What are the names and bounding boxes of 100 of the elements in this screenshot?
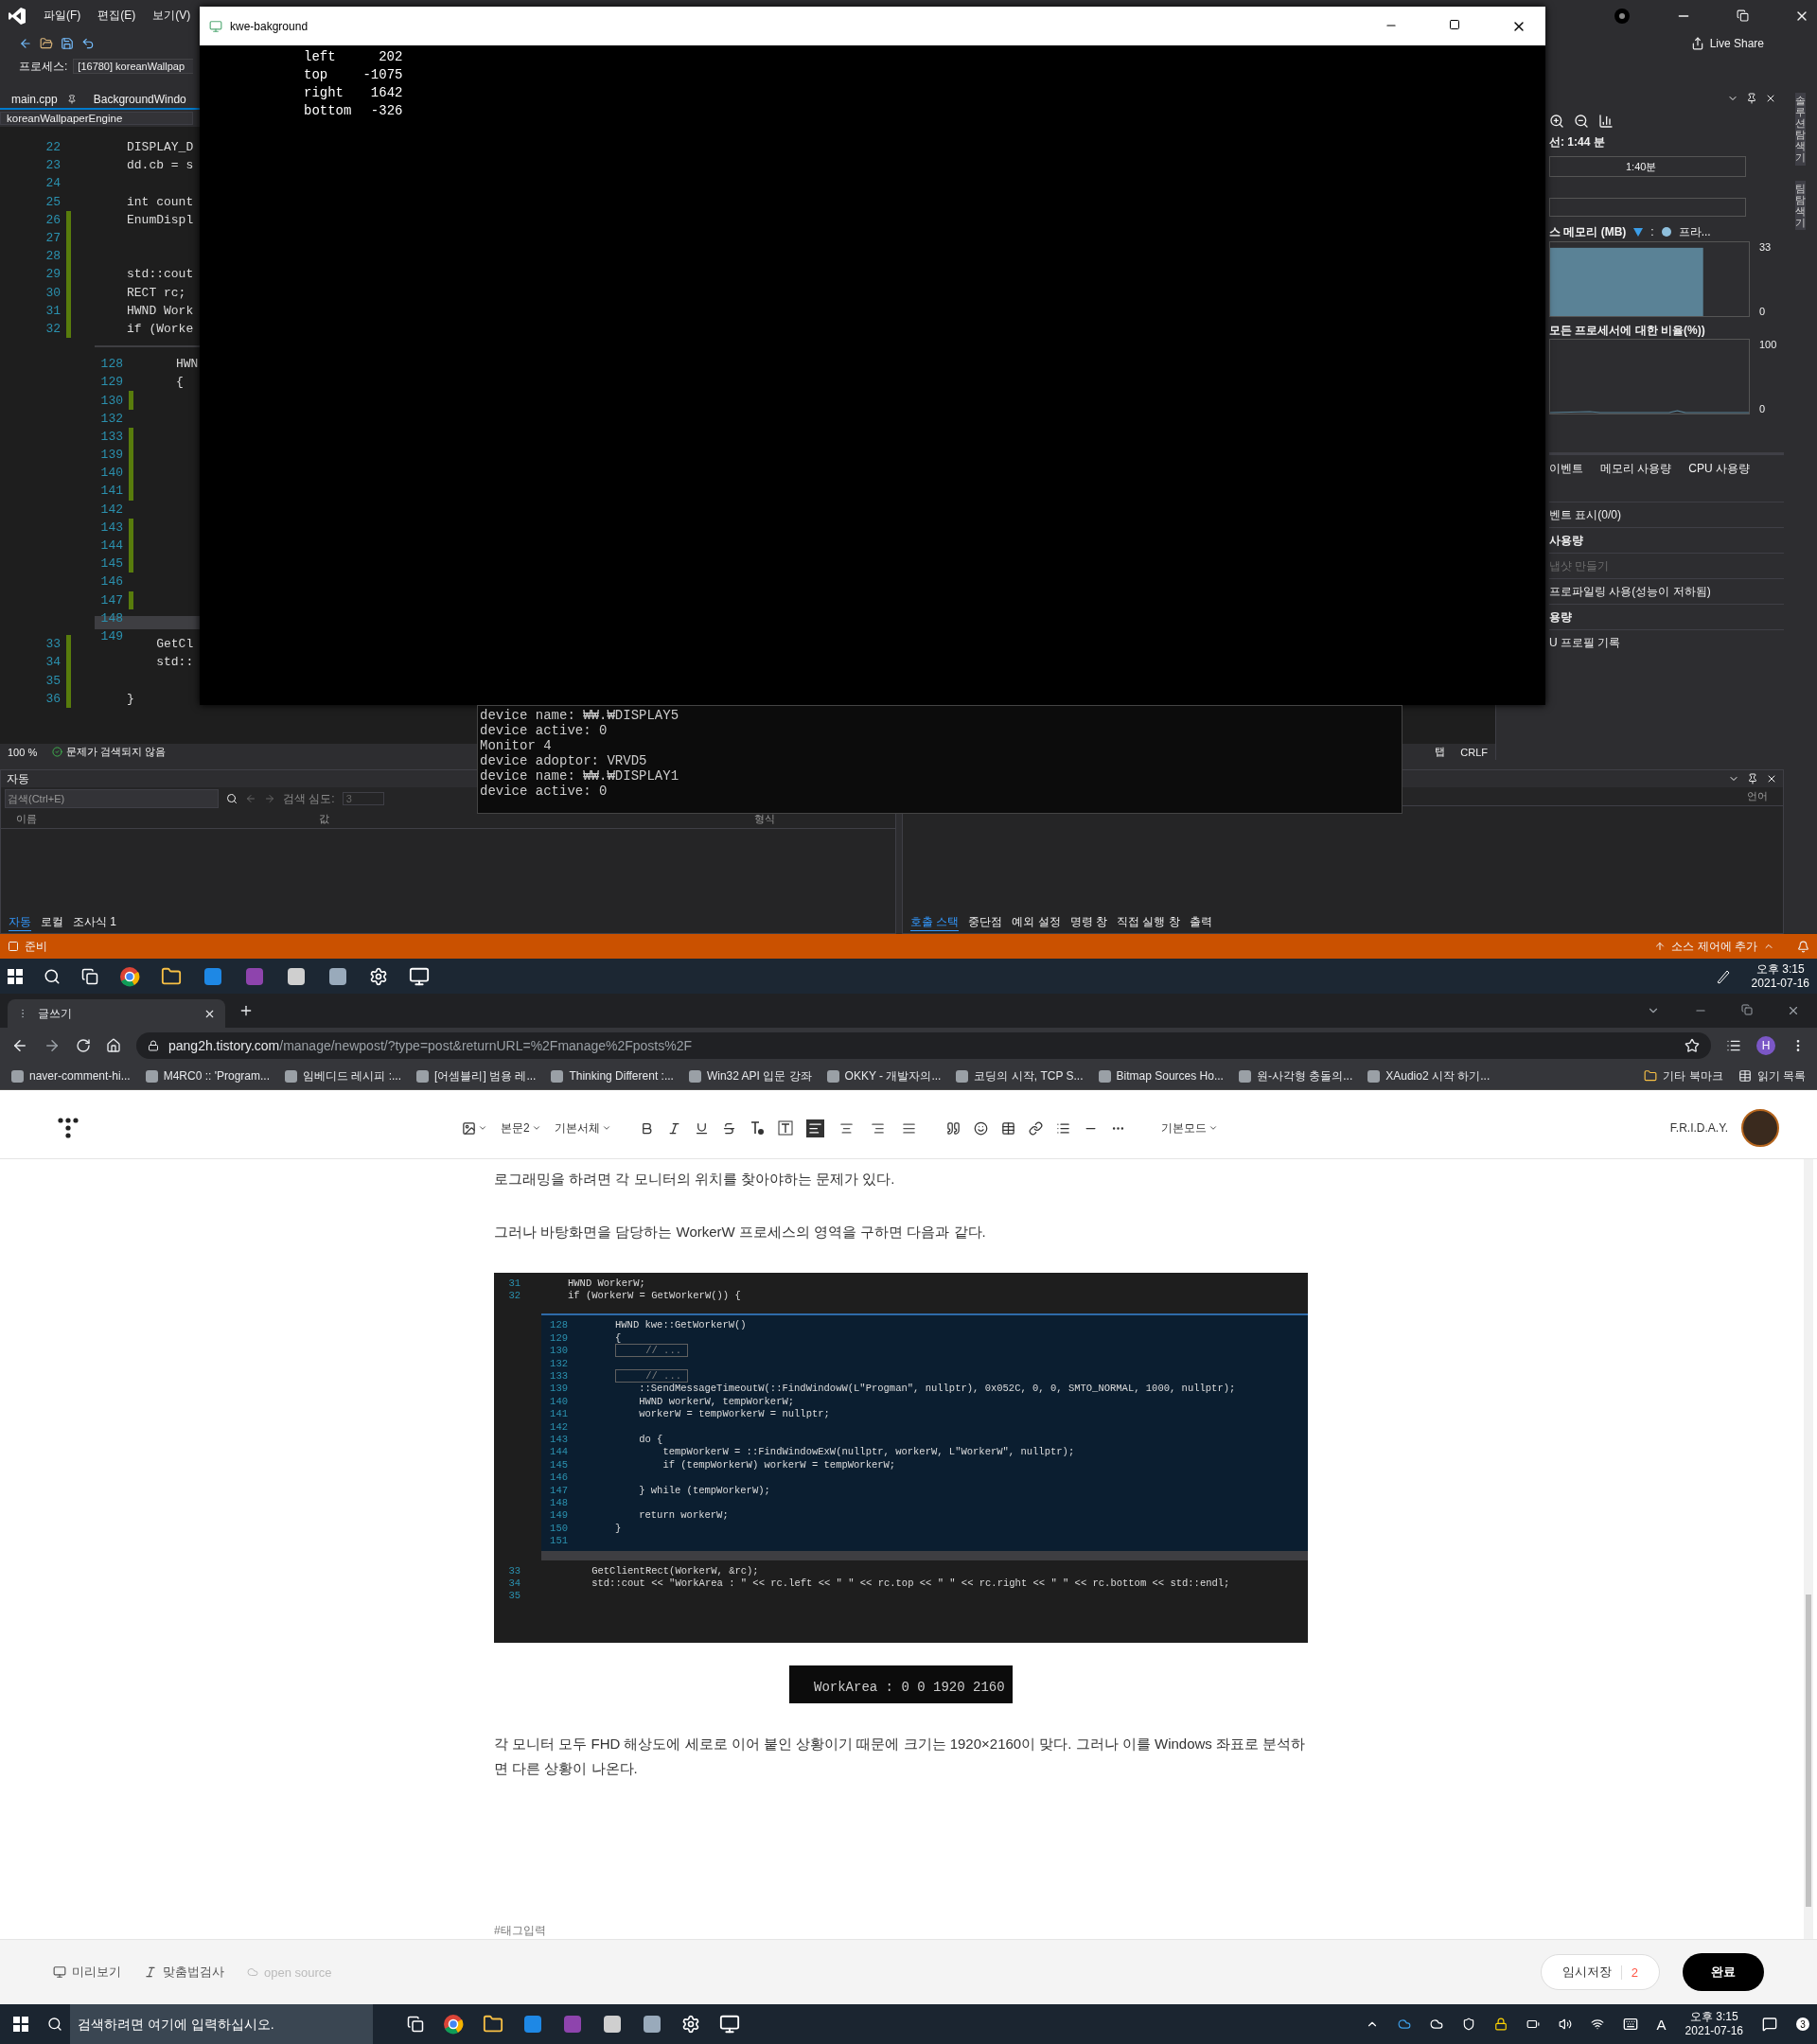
bookmark-item[interactable]: M4RC0 :: 'Program... — [145, 1069, 271, 1083]
bookmark-item[interactable]: Win32 API 입문 강좌 — [688, 1067, 812, 1084]
table-icon[interactable] — [1000, 1120, 1015, 1136]
menu-item[interactable]: 보기(V) — [152, 8, 191, 25]
spellcheck-button[interactable]: 맞춤법검사 — [144, 1964, 224, 1981]
input-method-indicator[interactable]: A — [1656, 2016, 1667, 2033]
chrome-icon[interactable] — [443, 2014, 464, 2035]
live-share-button[interactable]: Live Share — [1685, 36, 1770, 52]
save-draft-button[interactable]: 임시저장 2 — [1540, 1954, 1660, 1990]
folder-icon[interactable] — [161, 965, 182, 987]
italic-icon[interactable] — [666, 1120, 681, 1136]
bookmark-item[interactable]: Thinking Different :... — [551, 1069, 674, 1083]
profile-avatar[interactable] — [1741, 1109, 1779, 1147]
chrome-icon[interactable] — [119, 965, 140, 987]
action-center-icon[interactable] — [1762, 2017, 1777, 2032]
list-icon[interactable] — [1055, 1120, 1070, 1136]
close-icon[interactable] — [1787, 1004, 1800, 1017]
align-button[interactable] — [805, 1119, 824, 1137]
image-menu[interactable] — [462, 1120, 487, 1136]
panel-tab[interactable]: 조사식 1 — [73, 914, 116, 932]
save-icon[interactable] — [61, 37, 74, 51]
diagnostics-tab[interactable]: CPU 사용량 — [1688, 461, 1750, 477]
menu-item[interactable]: 파일(F) — [44, 8, 81, 25]
search-icon[interactable] — [47, 2017, 62, 2032]
window-icon[interactable] — [719, 2014, 740, 2035]
pin-icon[interactable] — [66, 95, 77, 104]
bookmark-item[interactable]: naver-comment-hi... — [11, 1069, 131, 1083]
undo-icon[interactable] — [81, 37, 95, 51]
underline-icon[interactable] — [694, 1120, 709, 1136]
mode-dropdown[interactable]: 기본모드 — [1160, 1119, 1218, 1137]
panel-tab[interactable]: 자동 — [9, 914, 31, 932]
address-bar[interactable]: pang2h.tistory.com/manage/newpost/?type=post&returnURL=%2Fmanage%2Fposts%2F — [136, 1031, 1711, 1059]
bookmark-item[interactable]: XAudio2 시작 하기... — [1367, 1067, 1491, 1084]
strikethrough-icon[interactable] — [721, 1120, 736, 1136]
font-dropdown[interactable]: 기본서체 — [554, 1119, 611, 1137]
panel-tab[interactable]: 명령 창 — [1069, 914, 1108, 932]
volume-icon[interactable] — [1558, 2018, 1572, 2031]
bookmark-item[interactable]: [어셈블리] 범용 레... — [416, 1067, 537, 1084]
bookmark-star-icon[interactable] — [1685, 1037, 1700, 1053]
visual-studio-icon[interactable] — [562, 2014, 583, 2035]
tag-input[interactable]: #태그입력 — [494, 1923, 1308, 1939]
diagnostics-tab[interactable]: 메모리 사용량 — [1600, 461, 1672, 477]
highlight-icon[interactable] — [777, 1120, 793, 1136]
profile-avatar[interactable]: H — [1756, 1035, 1775, 1055]
text-color-icon[interactable] — [749, 1120, 765, 1136]
reload-icon[interactable] — [76, 1037, 91, 1053]
windows-logo-icon[interactable] — [8, 968, 23, 984]
reading-list-button[interactable]: 읽기 목록 — [1738, 1067, 1806, 1084]
zoom-dropdown[interactable]: 100 % — [8, 746, 38, 758]
close-icon[interactable] — [1765, 93, 1776, 104]
person-icon[interactable] — [602, 2014, 623, 2035]
pen-icon[interactable] — [1715, 968, 1731, 984]
project-dropdown[interactable]: koreanWallpaperEngine — [0, 112, 193, 125]
paragraph-style-dropdown[interactable]: 본문2 — [501, 1119, 541, 1137]
keyboard-icon[interactable] — [1622, 2017, 1638, 2032]
bookmark-item[interactable]: 코딩의 시작, TCP S... — [956, 1067, 1084, 1084]
shield-icon[interactable] — [1461, 2018, 1475, 2031]
photo-viewer-icon[interactable] — [327, 965, 348, 987]
home-icon[interactable] — [106, 1037, 121, 1053]
taskbar-search-field[interactable]: 검색하려면 여기에 입력하십시오. — [70, 2004, 373, 2044]
bookmark-item[interactable]: 원-사각형 충돌의... — [1238, 1067, 1353, 1084]
settings-icon[interactable] — [681, 2015, 700, 2034]
bookmark-item[interactable]: OKKY - 개발자의... — [826, 1067, 942, 1084]
menu-item[interactable]: 편집(E) — [97, 8, 136, 25]
bookmark-folder[interactable]: 기타 북마크 — [1644, 1067, 1723, 1084]
search-icon[interactable] — [226, 793, 238, 805]
diagnostics-row[interactable]: 프로파일링 사용(성능이 저하됨) — [1549, 578, 1784, 604]
window-icon[interactable] — [409, 965, 430, 987]
code-editor-icon[interactable] — [522, 2014, 543, 2035]
task-view-icon[interactable] — [81, 967, 98, 985]
lock-icon[interactable] — [1493, 2018, 1508, 2031]
diagnostics-row[interactable]: 벤트 표시(0/0) — [1549, 502, 1784, 527]
bookmark-item[interactable]: Bitmap Sources Ho... — [1098, 1069, 1224, 1083]
photo-viewer-icon[interactable] — [642, 2014, 662, 2035]
publish-button[interactable]: 완료 — [1683, 1953, 1764, 1991]
panel-tab[interactable]: 로컬 — [41, 914, 63, 932]
task-view-icon[interactable] — [407, 2016, 424, 2033]
link-icon[interactable] — [1028, 1120, 1043, 1136]
panel-tab[interactable]: 중단점 — [968, 914, 1003, 932]
zoom-out-icon[interactable] — [1574, 114, 1589, 129]
restore-icon[interactable] — [1737, 9, 1749, 23]
maximize-icon[interactable] — [1449, 18, 1460, 30]
diagnostics-row[interactable]: U 프로필 기록 — [1549, 629, 1784, 655]
source-control-button[interactable]: 소스 제어에 추가 — [1671, 938, 1757, 955]
panel-tab[interactable]: 출력 — [1189, 914, 1212, 932]
chart-icon[interactable] — [1598, 114, 1614, 129]
search-field[interactable]: 검색(Ctrl+E) — [5, 789, 219, 809]
folder-icon[interactable] — [483, 2014, 503, 2035]
zoom-in-icon[interactable] — [1549, 114, 1564, 129]
pin-icon[interactable] — [1746, 93, 1757, 104]
bookmark-item[interactable]: 임베디드 레시피 :... — [285, 1067, 402, 1084]
search-icon[interactable] — [44, 967, 61, 985]
emoji-icon[interactable] — [973, 1120, 988, 1136]
pin-icon[interactable] — [1747, 773, 1758, 785]
panel-tab[interactable]: 예외 설정 — [1012, 914, 1061, 932]
visual-studio-icon[interactable] — [244, 965, 265, 987]
preview-button[interactable]: 미리보기 — [53, 1964, 121, 1981]
cloud-icon[interactable] — [1429, 2018, 1443, 2031]
open-folder-icon[interactable] — [40, 37, 53, 51]
panel-tab[interactable]: 호출 스택 — [910, 914, 960, 932]
